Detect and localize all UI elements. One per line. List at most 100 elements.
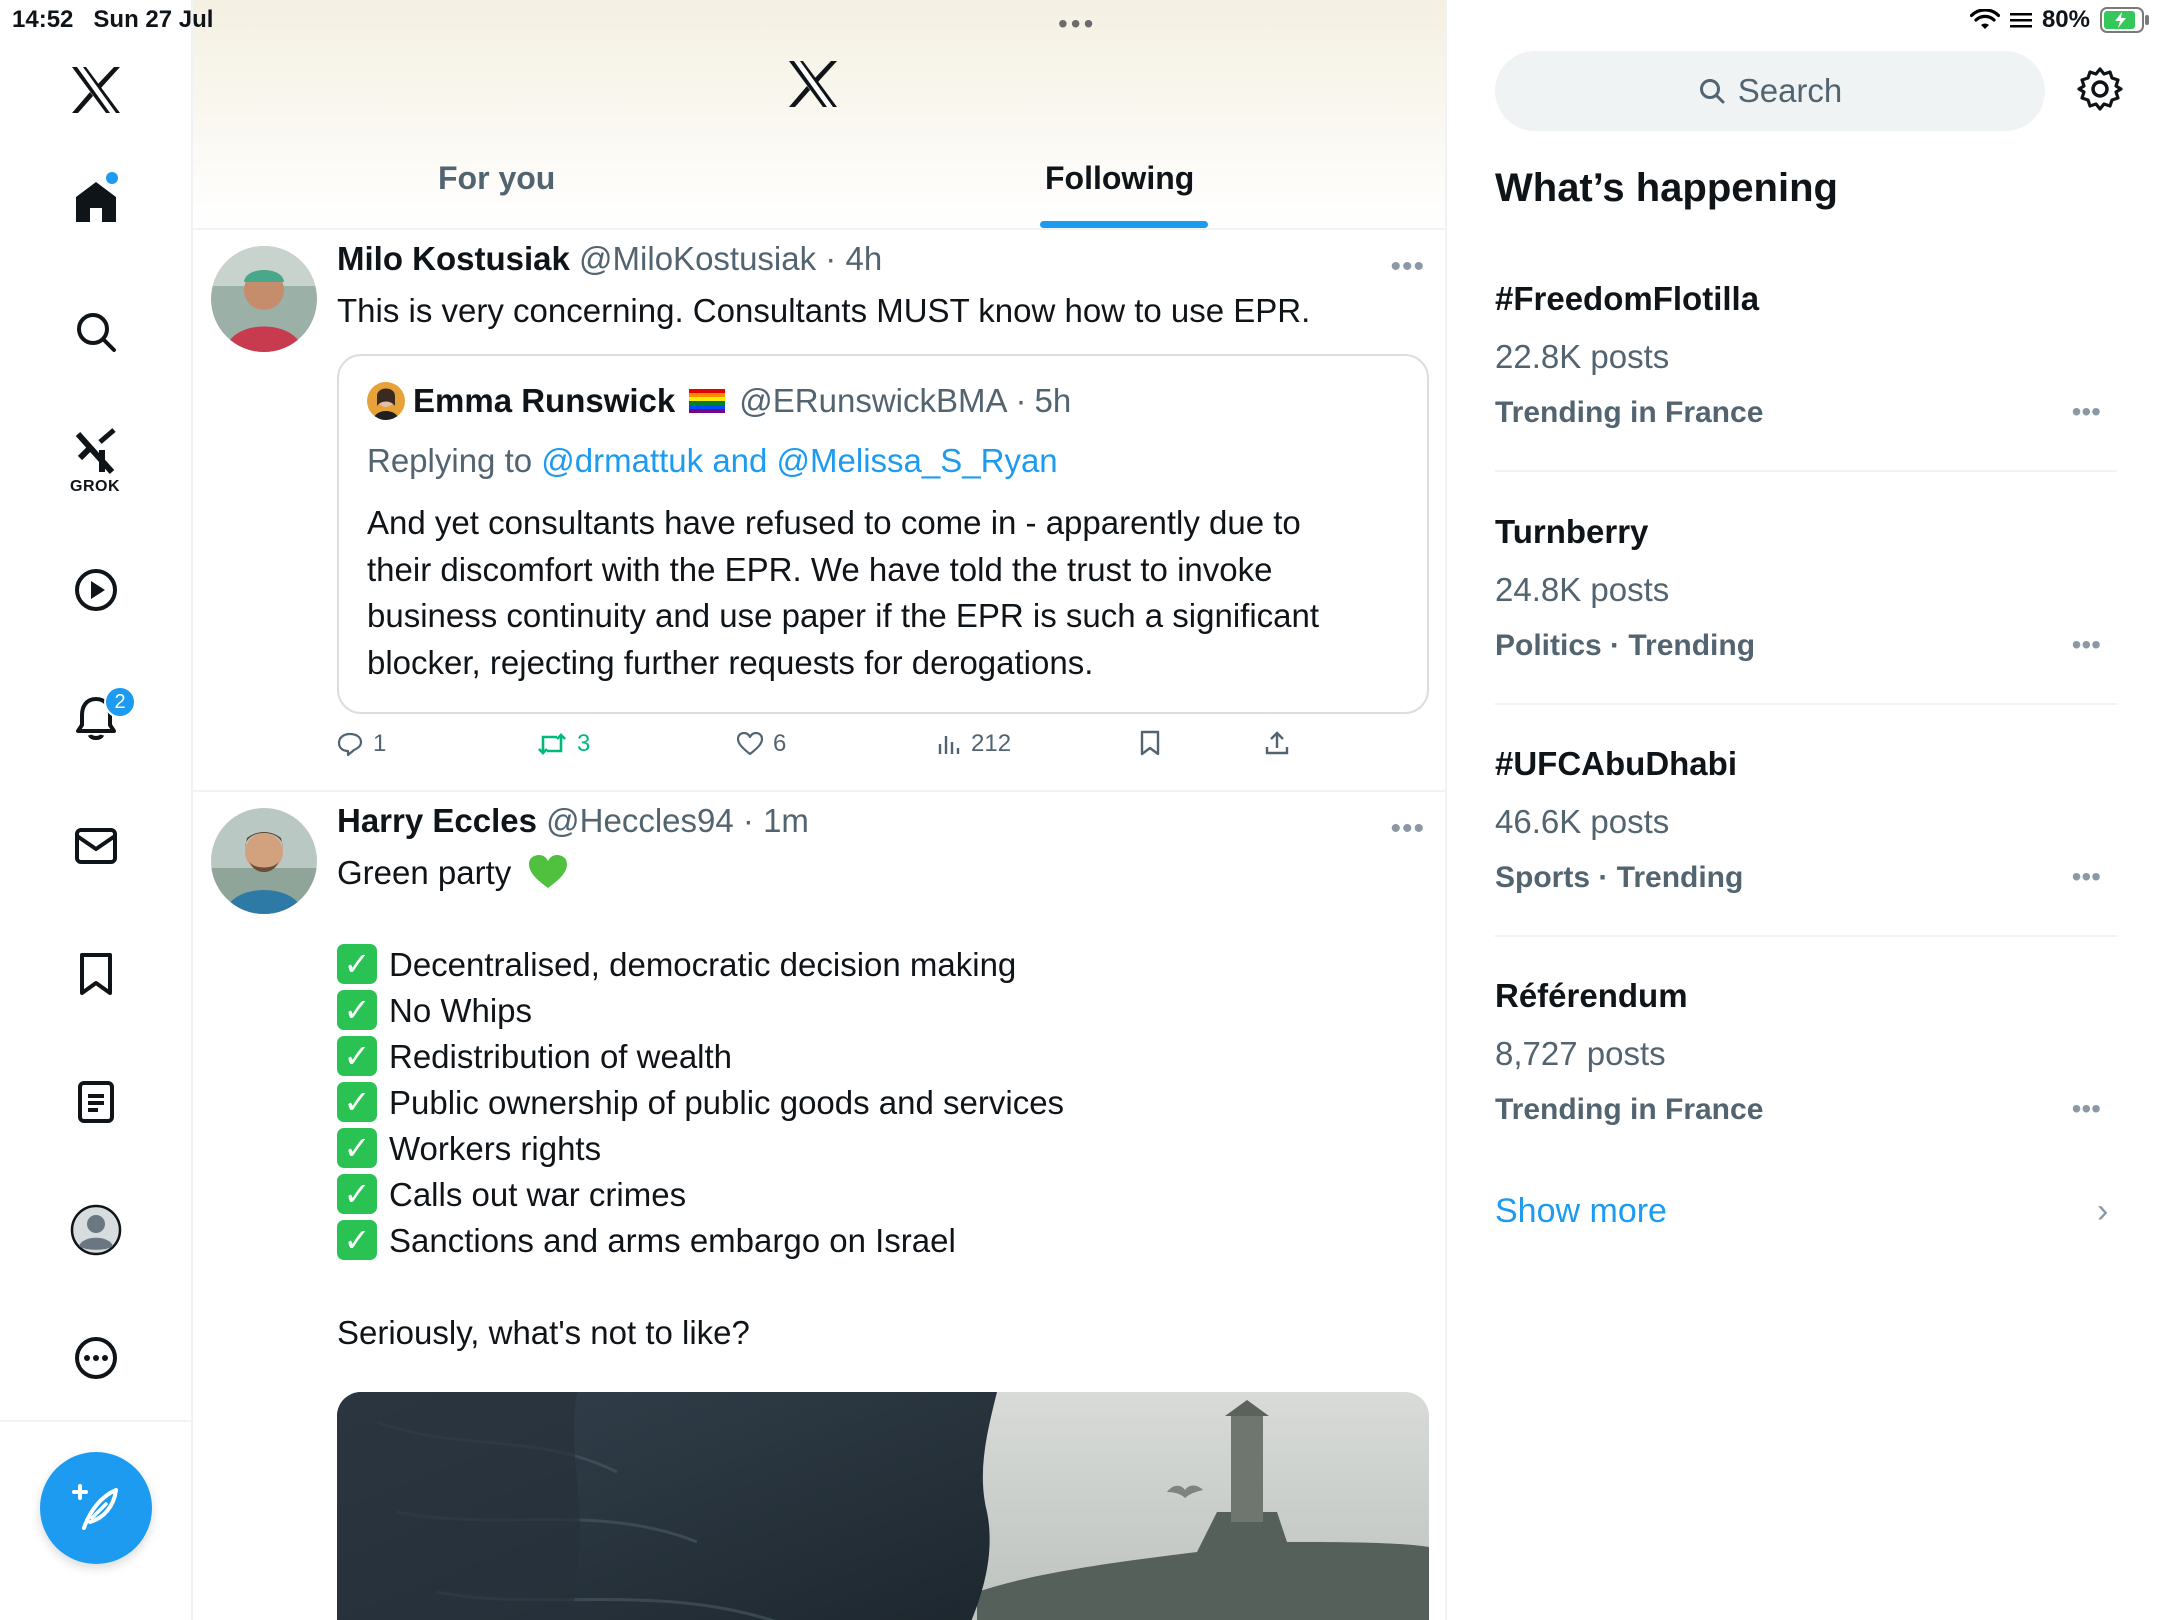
quote-line: blocker, rejecting further requests for …: [367, 643, 1094, 681]
views-button[interactable]: 212: [937, 730, 1011, 758]
quote-author-handle[interactable]: @ERunswickBMA: [739, 382, 1007, 420]
repost-button[interactable]: 3: [537, 730, 590, 758]
avatar[interactable]: [211, 808, 317, 914]
compose-button[interactable]: [40, 1452, 152, 1564]
search-icon[interactable]: [60, 296, 132, 368]
checklist-text: Sanctions and arms embargo on Israel: [389, 1222, 956, 1259]
separator-dot: ·: [742, 802, 754, 839]
trend-more-icon[interactable]: •••: [2072, 861, 2101, 893]
left-navigation: GROK 2: [0, 0, 193, 1620]
search-input[interactable]: Search: [1495, 51, 2045, 131]
checkmark-icon: ✓: [337, 1082, 377, 1123]
trend-count: 24.8K posts: [1495, 571, 1670, 608]
post-harry[interactable]: Harry Eccles @Heccles94 · 1m ••• Green p…: [193, 792, 1445, 1620]
bookmark-button[interactable]: [1139, 730, 1161, 756]
checkmark-icon: ✓: [337, 1128, 377, 1169]
quote-author-name[interactable]: Emma Runswick: [413, 382, 675, 420]
trend-more-icon[interactable]: •••: [2072, 1093, 2101, 1125]
nav-divider: [0, 1420, 193, 1422]
author-name[interactable]: Milo Kostusiak: [337, 240, 570, 277]
reply-icon: [337, 732, 363, 757]
post-time[interactable]: 4h: [845, 240, 882, 277]
checkmark-icon: ✓: [337, 1174, 377, 1215]
post-more-icon[interactable]: •••: [1390, 812, 1425, 846]
trend-name: #FreedomFlotilla: [1495, 280, 1760, 317]
post-time[interactable]: 1m: [763, 802, 809, 839]
post-intro-text: Green party: [337, 854, 512, 891]
show-more-link[interactable]: Show more: [1495, 1192, 1667, 1231]
trend-count: 22.8K posts: [1495, 338, 1670, 375]
gear-icon[interactable]: [2077, 66, 2123, 117]
post-intro: Green party: [337, 850, 568, 896]
search-icon: [1699, 79, 1725, 104]
reply-count: 1: [373, 730, 387, 757]
checklist-text: Decentralised, democratic decision makin…: [389, 946, 1017, 983]
avatar: [367, 382, 405, 420]
divider: [1495, 935, 2117, 937]
trend-name: Turnberry: [1495, 513, 1649, 550]
bookmark-icon: [1140, 730, 1160, 756]
replying-to: Replying to @drmattuk and @Melissa_S_Rya…: [367, 442, 1058, 480]
tab-for-you[interactable]: For you: [438, 160, 555, 197]
post-milo[interactable]: Milo Kostusiak @MiloKostusiak · 4h ••• T…: [193, 230, 1445, 792]
author-handle[interactable]: @MiloKostusiak: [579, 240, 816, 277]
trend-name: #UFCAbuDhabi: [1495, 745, 1737, 782]
compose-icon: [72, 1484, 118, 1530]
multitasking-dots-icon[interactable]: •••: [1058, 8, 1096, 40]
status-bar: 14:52 Sun 27 Jul ••• 80%: [0, 0, 2160, 40]
post-actions: 1 3 6 212: [337, 730, 1337, 774]
list-icon[interactable]: [60, 1066, 132, 1138]
post-video[interactable]: [337, 1392, 1429, 1620]
share-icon: [1265, 731, 1289, 755]
bookmark-icon[interactable]: [60, 938, 132, 1010]
repost-icon: [538, 733, 566, 755]
quoted-post[interactable]: Emma Runswick @ERunswickBMA · 5h Replyin…: [337, 354, 1429, 714]
battery-icon: [2100, 7, 2149, 33]
author-handle[interactable]: @Heccles94: [546, 802, 734, 839]
mail-icon[interactable]: [60, 810, 132, 882]
post-more-icon[interactable]: •••: [1390, 250, 1425, 284]
x-logo-icon: [787, 60, 839, 113]
status-indicators: 80%: [1969, 6, 2150, 34]
video-icon[interactable]: [60, 554, 132, 626]
whats-happening-title: What’s happening: [1495, 166, 1838, 210]
trend-item[interactable]: #UFCAbuDhabi 46.6K posts Sports · Trendi…: [1495, 745, 2117, 978]
trend-context: Sports · Trending: [1495, 861, 1744, 894]
quote-line: business continuity and use paper if the…: [367, 597, 1320, 634]
checklist-item: ✓ Calls out war crimes: [337, 1172, 686, 1218]
author-name[interactable]: Harry Eccles: [337, 802, 537, 839]
checkmark-icon: ✓: [337, 990, 377, 1031]
divider: [1495, 703, 2117, 705]
share-button[interactable]: [1265, 730, 1289, 756]
checklist-text: No Whips: [389, 992, 533, 1029]
trend-item[interactable]: Référendum 8,727 posts Trending in Franc…: [1495, 977, 2117, 1210]
avatar[interactable]: [211, 246, 317, 352]
more-icon[interactable]: [60, 1322, 132, 1394]
trend-more-icon[interactable]: •••: [2072, 396, 2101, 428]
trend-more-icon[interactable]: •••: [2072, 629, 2101, 661]
quote-time[interactable]: 5h: [1035, 382, 1072, 420]
tab-following[interactable]: Following: [1045, 160, 1194, 197]
checklist-item: ✓ Redistribution of wealth: [337, 1034, 732, 1080]
checklist-text: Workers rights: [389, 1130, 602, 1167]
checklist-text: Calls out war crimes: [389, 1176, 687, 1213]
profile-icon[interactable]: [60, 1194, 132, 1266]
replying-to-link[interactable]: @drmattuk and @Melissa_S_Ryan: [541, 442, 1057, 479]
reply-button[interactable]: 1: [337, 730, 386, 758]
home-icon[interactable]: [60, 166, 132, 238]
like-button[interactable]: 6: [737, 730, 786, 758]
green-heart-icon: [529, 855, 568, 889]
views-icon: [938, 736, 960, 754]
x-logo-icon[interactable]: [60, 54, 132, 126]
trend-item[interactable]: Turnberry 24.8K posts Politics · Trendin…: [1495, 513, 2117, 746]
trend-item[interactable]: #FreedomFlotilla 22.8K posts Trending in…: [1495, 280, 2117, 513]
trend-count: 46.6K posts: [1495, 803, 1670, 840]
separator-dot: ·: [1015, 382, 1027, 419]
chevron-right-icon[interactable]: ›: [2097, 1192, 2108, 1231]
post-text: This is very concerning. Consultants MUS…: [337, 292, 1311, 329]
grok-label: GROK: [70, 478, 120, 495]
list-status-icon: [2009, 13, 2032, 28]
quote-header: Emma Runswick @ERunswickBMA · 5h: [367, 382, 1071, 420]
checkmark-icon: ✓: [337, 944, 377, 985]
replying-prefix: Replying to: [367, 442, 533, 479]
